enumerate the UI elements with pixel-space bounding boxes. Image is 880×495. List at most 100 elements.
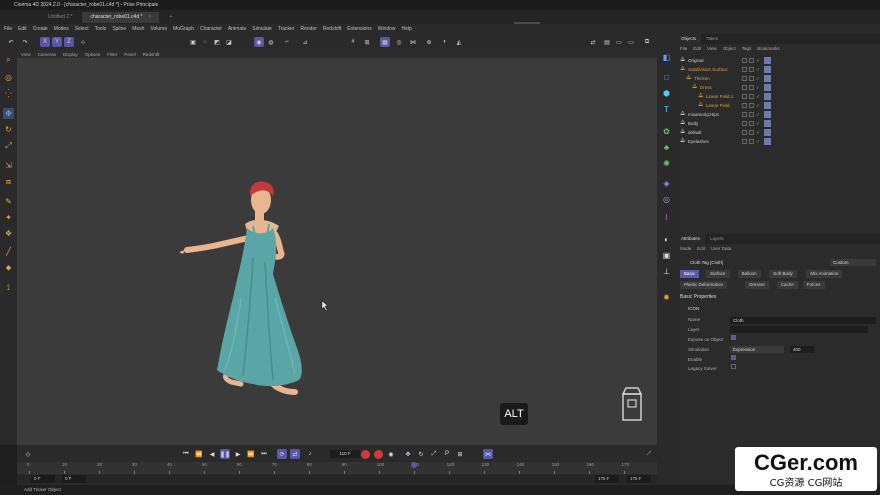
field-icon[interactable]: ◎ <box>661 194 672 205</box>
range-end-field-2[interactable]: 175 F <box>627 475 651 483</box>
viewport-layout-icon[interactable]: ⧉ <box>642 37 652 47</box>
menu-edit[interactable]: Edit <box>18 26 27 32</box>
sky-icon[interactable]: ◐ <box>661 234 672 245</box>
layer-field[interactable] <box>730 326 868 333</box>
frame-range-bar[interactable]: 0 F 0 F 175 F 175 F <box>17 475 657 483</box>
enabled-check-icon[interactable]: ✓ <box>756 83 760 92</box>
search-icon[interactable]: ⌕ <box>3 54 14 65</box>
text-icon[interactable]: T <box>661 104 672 115</box>
go-to-start-icon[interactable]: ⏮ <box>181 449 191 459</box>
enabled-check-icon[interactable]: ✓ <box>756 92 760 101</box>
object-name[interactable]: Linear Field.1 <box>706 92 733 101</box>
object-name[interactable]: Body <box>688 119 698 128</box>
enabled-check-icon[interactable]: ✓ <box>756 101 760 110</box>
render-toggle[interactable] <box>749 112 754 117</box>
key-rotation-icon[interactable]: ↻ <box>416 449 426 459</box>
edges-mode-icon[interactable]: ◩ <box>212 37 222 47</box>
brush-tool-icon[interactable]: ✦ <box>3 212 14 223</box>
z-axis-lock-button[interactable]: Z <box>64 37 74 47</box>
viewport-menu-cameras[interactable]: Cameras <box>38 52 56 57</box>
interactive-render-icon[interactable]: ⊛ <box>424 37 434 47</box>
attr-tab-basic[interactable]: Basic <box>680 270 700 278</box>
expose-checkbox[interactable] <box>731 335 736 340</box>
keyframe-icon[interactable]: ◇ <box>23 449 33 459</box>
object-row[interactable]: ⟁ Dress ✓ <box>676 83 880 92</box>
viewport-menu-panel[interactable]: Panel <box>124 52 136 57</box>
object-name[interactable]: Eyelashes <box>688 137 709 146</box>
object-row[interactable]: ⟁ Thicken ✓ <box>676 74 880 83</box>
cube-primitive-icon[interactable]: □ <box>661 72 672 83</box>
viewport-menu-options[interactable]: Options <box>85 52 101 57</box>
menu-extensions[interactable]: Extensions <box>347 26 371 32</box>
simulation-dropdown[interactable]: Expression <box>730 346 784 353</box>
menu-select[interactable]: Select <box>75 26 89 32</box>
menu-create[interactable]: Create <box>33 26 48 32</box>
transform-tool-icon[interactable]: ⇲ <box>3 160 14 171</box>
cube-icon[interactable]: ⬢ <box>661 88 672 99</box>
legacy-checkbox[interactable] <box>731 364 736 369</box>
3d-viewport[interactable] <box>17 58 657 445</box>
tag-icon[interactable] <box>764 84 771 91</box>
tag-icon[interactable] <box>764 129 771 136</box>
range-start-field-2[interactable]: 0 F <box>62 475 86 483</box>
array-icon[interactable]: ✿ <box>661 126 672 137</box>
object-row[interactable]: ⟁ Original ✓ <box>676 56 880 65</box>
visibility-toggle[interactable] <box>742 94 747 99</box>
objects-menu-view[interactable]: View <box>707 46 717 51</box>
attr-tab-soft-body[interactable]: Soft Body <box>769 270 797 278</box>
rotate-tool-icon[interactable]: ↻ <box>3 124 14 135</box>
objects-menu-file[interactable]: File <box>680 46 687 51</box>
object-row[interactable]: ⟁ mixamorig:Hips ✓ <box>676 110 880 119</box>
cloner-icon[interactable]: ♣ <box>661 142 672 153</box>
measure-tool-icon[interactable]: ⟟ <box>3 282 14 293</box>
enabled-check-icon[interactable]: ✓ <box>756 137 760 146</box>
spline-pen-icon[interactable]: ╱ <box>3 246 14 257</box>
attr-tab-forces[interactable]: Forces <box>802 281 825 289</box>
attr-tab-surface[interactable]: Surface <box>706 270 730 278</box>
menu-volume[interactable]: Volume <box>150 26 167 32</box>
key-param-icon[interactable]: P <box>442 449 452 459</box>
objects-menu-edit[interactable]: Edit <box>693 46 701 51</box>
record-icon[interactable] <box>361 450 370 459</box>
objects-menu-bookmarks[interactable]: Bookmarks <box>757 46 780 51</box>
icon-group-label[interactable]: ICON <box>688 306 699 311</box>
floor-icon[interactable]: ⊥ <box>661 266 672 277</box>
knife-tool-icon[interactable]: ✎ <box>3 196 14 207</box>
sound-icon[interactable]: ♪ <box>305 449 315 459</box>
tag-icon[interactable] <box>764 93 771 100</box>
light-icon[interactable]: ✹ <box>661 292 672 303</box>
render-toggle[interactable] <box>749 76 754 81</box>
tag-icon[interactable] <box>764 66 771 73</box>
key-interpolation-icon[interactable]: ⋈ <box>483 449 493 459</box>
object-name[interactable]: mixamorig:Hips <box>688 110 719 119</box>
object-name[interactable]: Dress <box>700 83 712 92</box>
visibility-toggle[interactable] <box>742 76 747 81</box>
render-toggle[interactable] <box>749 130 754 135</box>
previous-key-icon[interactable]: ⏪ <box>194 449 204 459</box>
enabled-check-icon[interactable]: ✓ <box>756 74 760 83</box>
tag-icon[interactable] <box>764 138 771 145</box>
enabled-check-icon[interactable]: ✓ <box>756 65 760 74</box>
go-to-end-icon[interactable]: ⏭ <box>259 449 269 459</box>
visibility-toggle[interactable] <box>742 103 747 108</box>
key-position-icon[interactable]: ✥ <box>403 449 413 459</box>
visibility-toggle[interactable] <box>742 85 747 90</box>
tab-attributes[interactable]: Attributes <box>676 234 706 244</box>
extrude-tool-icon[interactable]: ⧈ <box>3 176 14 187</box>
render-toggle[interactable] <box>749 58 754 63</box>
sculpt-tool-icon[interactable]: ⬥ <box>3 262 14 273</box>
attr-tab-cache[interactable]: Cache <box>776 281 798 289</box>
live-selection-icon[interactable]: ◎ <box>3 72 14 83</box>
current-frame-field[interactable]: 110 F <box>330 450 360 458</box>
render-toggle[interactable] <box>749 103 754 108</box>
object-row[interactable]: ⟁ Linear Field ✓ <box>676 101 880 110</box>
menu-render[interactable]: Render <box>301 26 317 32</box>
render-toggle[interactable] <box>749 85 754 90</box>
object-name[interactable]: Original <box>688 56 704 65</box>
attributes-menu-user-data[interactable]: User Data <box>711 246 731 251</box>
attributes-menu-mode[interactable]: Mode <box>680 246 691 251</box>
attr-tab-balloon[interactable]: Balloon <box>737 270 761 278</box>
object-name[interactable]: Linear Field <box>706 101 730 110</box>
render-toggle[interactable] <box>749 121 754 126</box>
render-settings-icon[interactable]: ◭ <box>454 37 464 47</box>
